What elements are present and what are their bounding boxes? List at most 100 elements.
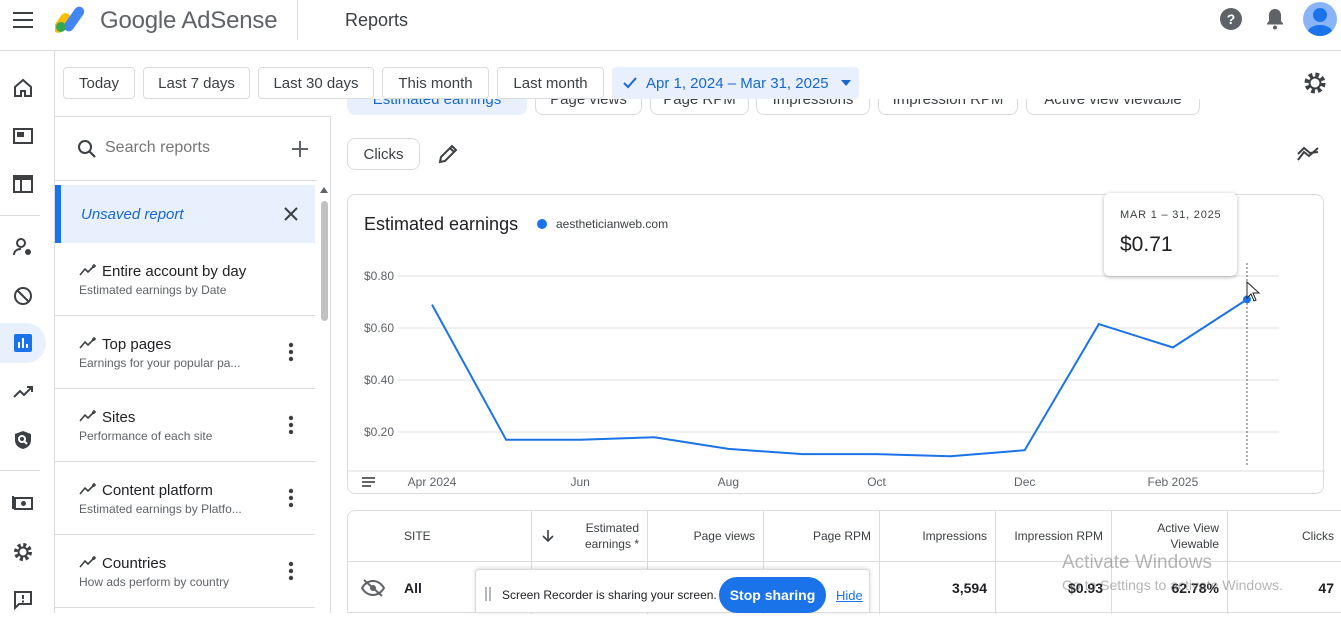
filter-this-month-button[interactable]: This month: [382, 67, 489, 99]
date-range-selector[interactable]: Apr 1, 2024 – Mar 31, 2025: [612, 67, 859, 99]
filter-last-month-button[interactable]: Last month: [497, 67, 604, 99]
sparkle-chart-icon: [79, 410, 96, 422]
metric-chip-label: Clicks: [363, 145, 404, 163]
metric-chip-label: Page RPM: [663, 99, 736, 108]
notifications-icon[interactable]: [1262, 6, 1288, 32]
site-name: All: [404, 580, 422, 596]
scroll-up-icon[interactable]: [320, 187, 328, 193]
sidebar-scrollbar[interactable]: [317, 185, 330, 613]
rail-divider: [0, 215, 40, 216]
privacy-icon[interactable]: [0, 420, 46, 460]
hide-link[interactable]: Hide: [836, 588, 863, 603]
settings-icon[interactable]: [0, 532, 46, 572]
rail-divider: [0, 470, 40, 471]
metric-chip-estimated-earnings[interactable]: Estimated earnings: [347, 99, 527, 115]
impressions-value: 3,594: [951, 580, 987, 596]
more-vert-icon[interactable]: [283, 487, 299, 509]
windows-activation-watermark: Activate Windows Go to Settings to activ…: [1062, 552, 1283, 593]
scroll-thumb[interactable]: [321, 201, 328, 321]
watermark-title: Activate Windows: [1062, 552, 1212, 573]
tooltip-value: $0.71: [1120, 233, 1173, 256]
ads-icon[interactable]: [0, 116, 46, 156]
report-subtitle: Estimated earnings by Date: [79, 283, 227, 297]
account-avatar[interactable]: [1303, 2, 1337, 36]
col-header-page-views[interactable]: Page views: [648, 511, 764, 561]
metric-chip-label: Estimated earnings: [372, 99, 502, 108]
feedback-icon[interactable]: [0, 580, 46, 620]
adsense-logo: [55, 6, 85, 33]
col-header-site[interactable]: SITE: [348, 511, 532, 561]
col-header-impressions[interactable]: Impressions: [880, 511, 996, 561]
metric-chip-page-rpm[interactable]: Page RPM: [650, 99, 749, 115]
metric-chip-impression-rpm[interactable]: Impression RPM: [878, 99, 1018, 115]
metric-chip-impressions[interactable]: Impressions: [756, 99, 870, 115]
sparkle-chart-icon: [79, 337, 96, 349]
chart-type-icon[interactable]: [1296, 144, 1320, 164]
report-title: Entire account by day: [102, 263, 247, 280]
close-icon[interactable]: [283, 206, 299, 222]
report-subtitle: How ads perform by country: [79, 575, 230, 589]
report-item[interactable]: Content platform Estimated earnings by P…: [55, 462, 315, 535]
search-row: [55, 117, 317, 181]
filter-last7-button[interactable]: Last 7 days: [143, 67, 250, 99]
col-header-label: Page RPM: [812, 529, 871, 543]
reports-icon[interactable]: [0, 323, 46, 363]
filter-today-button[interactable]: Today: [63, 67, 135, 99]
more-vert-icon[interactable]: [283, 560, 299, 582]
metric-chip-label: Page views: [550, 99, 627, 108]
metric-chip-page-views[interactable]: Page views: [535, 99, 642, 115]
x-tick-label: Apr 2024: [408, 475, 457, 489]
svg-text:?: ?: [1227, 11, 1236, 27]
unsaved-report-label: Unsaved report: [81, 206, 184, 223]
col-header-label: Impression RPM: [1014, 529, 1103, 543]
metric-chip-label: Impressions: [772, 99, 854, 108]
visibility-off-icon[interactable]: [360, 578, 386, 598]
col-header-label: Active View: [1157, 521, 1219, 535]
col-header-label: earnings *: [584, 537, 639, 551]
legend-label: aestheticianweb.com: [556, 217, 668, 231]
edit-icon[interactable]: [437, 143, 459, 165]
user-settings-icon[interactable]: [0, 227, 46, 267]
menu-icon[interactable]: [10, 8, 36, 32]
report-settings-icon[interactable]: [1302, 70, 1328, 96]
home-icon[interactable]: [0, 68, 46, 108]
report-item[interactable]: Sites Performance of each site: [55, 389, 315, 462]
report-subtitle: Performance of each site: [79, 429, 213, 443]
tooltip-date: MAR 1 – 31, 2025: [1120, 209, 1222, 221]
help-icon[interactable]: ?: [1218, 6, 1244, 32]
search-reports-input[interactable]: [105, 139, 275, 157]
metric-chips-row: Estimated earnings Page views Page RPM I…: [331, 99, 1341, 129]
divider: [297, 0, 298, 40]
block-icon[interactable]: [0, 276, 46, 316]
report-title: Sites: [102, 409, 136, 426]
report-title: Top pages: [102, 336, 172, 353]
x-tick-label: Aug: [718, 475, 739, 489]
col-header-label: SITE: [404, 529, 431, 543]
payments-icon[interactable]: [0, 483, 46, 523]
col-header-estimated-earnings[interactable]: Estimated earnings *: [532, 511, 648, 561]
col-header-label: Clicks: [1302, 529, 1334, 543]
more-vert-icon[interactable]: [283, 414, 299, 436]
chart-title: Estimated earnings: [364, 214, 518, 234]
more-vert-icon[interactable]: [283, 341, 299, 363]
filter-last30-button[interactable]: Last 30 days: [258, 67, 374, 99]
metric-chip-active-view[interactable]: Active view viewable: [1026, 99, 1200, 115]
sparkle-chart-icon: [79, 264, 96, 276]
reports-sidebar: Unsaved report Entire account by day Est…: [55, 116, 331, 613]
stop-sharing-button[interactable]: Stop sharing: [719, 577, 826, 613]
brand-name: Google AdSense: [100, 7, 278, 34]
layout-icon[interactable]: [0, 164, 46, 204]
col-header-label: Estimated: [585, 521, 639, 535]
metric-chip-clicks[interactable]: Clicks: [347, 138, 420, 170]
drag-handle-icon[interactable]: [485, 587, 491, 601]
y-tick-label: $0.80: [364, 269, 394, 283]
add-icon[interactable]: [291, 140, 309, 158]
table-toggle-icon: [362, 477, 375, 487]
unsaved-report-item[interactable]: Unsaved report: [55, 185, 315, 243]
report-item[interactable]: Countries How ads perform by country: [55, 535, 315, 608]
trending-icon[interactable]: [0, 372, 46, 412]
watermark-subtitle: Go to Settings to activate Windows.: [1062, 577, 1283, 593]
report-item[interactable]: Top pages Earnings for your popular pa..…: [55, 316, 315, 389]
report-item[interactable]: Entire account by day Estimated earnings…: [55, 243, 315, 316]
col-header-page-rpm[interactable]: Page RPM: [764, 511, 880, 561]
